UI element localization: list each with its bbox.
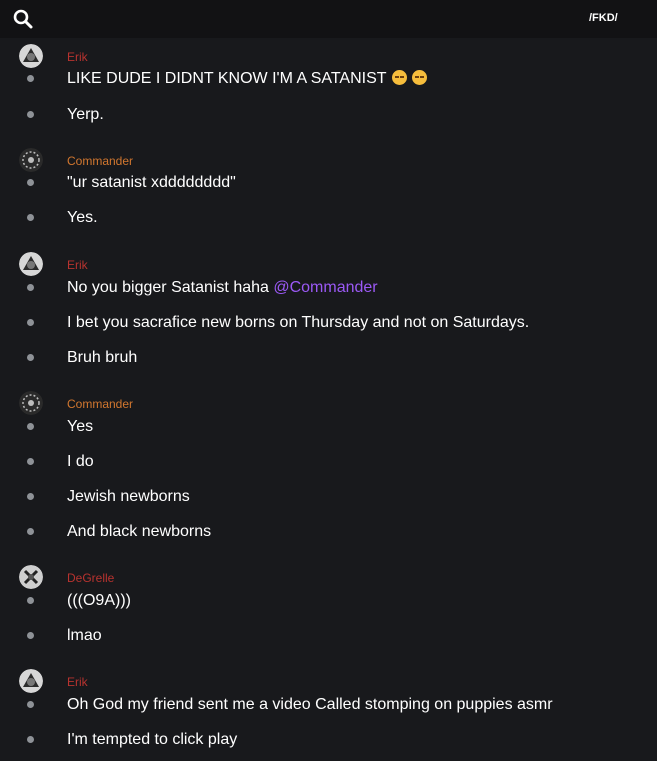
message: I do <box>0 451 657 473</box>
bullet-icon <box>27 179 34 186</box>
author-name[interactable]: Commander <box>67 154 133 168</box>
avatar[interactable] <box>19 391 43 415</box>
message-text: I bet you sacrafice new borns on Thursda… <box>67 314 530 331</box>
pensive-face-icon <box>391 70 407 85</box>
bullet-icon <box>27 493 34 500</box>
message: I bet you sacrafice new borns on Thursda… <box>0 312 657 334</box>
message-text: (((O9A))) <box>67 592 131 609</box>
message-text: And black newborns <box>67 523 212 540</box>
message-text: No you bigger Satanist haha <box>67 279 274 296</box>
message: Oh God my friend sent me a video Called … <box>0 694 657 716</box>
bullet-icon <box>27 736 34 743</box>
bullet-icon <box>27 458 34 465</box>
message: (((O9A))) <box>0 590 657 612</box>
message: LIKE DUDE I DIDNT KNOW I'M A SATANIST <box>0 68 657 90</box>
bullet-icon <box>27 597 34 604</box>
message: Jewish newborns <box>0 486 657 508</box>
bullet-icon <box>27 319 34 326</box>
message: I'm tempted to click play <box>0 729 657 751</box>
message-text: Bruh bruh <box>67 349 138 366</box>
bullet-icon <box>27 284 34 291</box>
bullet-icon <box>27 214 34 221</box>
bullet-icon <box>27 423 34 430</box>
message-text: "ur satanist xdddddddd" <box>67 174 236 191</box>
avatar[interactable] <box>19 565 43 589</box>
message-text: Yes. <box>67 209 98 226</box>
message-text: Oh God my friend sent me a video Called … <box>67 696 553 713</box>
channel-name: /FKD/ <box>589 12 618 24</box>
bullet-icon <box>27 354 34 361</box>
message: Yerp. <box>0 104 657 126</box>
pensive-face-icon <box>411 70 427 85</box>
top-bar: /FKD/ <box>0 0 657 38</box>
bullet-icon <box>27 528 34 535</box>
message: Yes <box>0 416 657 438</box>
avatar[interactable] <box>19 148 43 172</box>
bullet-icon <box>27 701 34 708</box>
message: And black newborns <box>0 521 657 543</box>
bullet-icon <box>27 632 34 639</box>
author-name[interactable]: Erik <box>67 258 88 272</box>
avatar[interactable] <box>19 252 43 276</box>
user-mention[interactable]: @Commander <box>273 279 377 296</box>
message: Yes. <box>0 207 657 229</box>
author-name[interactable]: Commander <box>67 397 133 411</box>
author-name[interactable]: Erik <box>67 675 88 689</box>
message-text: Yerp. <box>67 106 104 123</box>
message: "ur satanist xdddddddd" <box>0 172 657 194</box>
message-text: Yes <box>67 418 94 435</box>
author-name[interactable]: DeGrelle <box>67 571 114 585</box>
avatar[interactable] <box>19 44 43 68</box>
message-text: LIKE DUDE I DIDNT KNOW I'M A SATANIST <box>67 70 387 87</box>
message-text: lmao <box>67 627 102 644</box>
bullet-icon <box>27 75 34 82</box>
bullet-icon <box>27 111 34 118</box>
message: Bruh bruh <box>0 347 657 369</box>
avatar[interactable] <box>19 669 43 693</box>
message: No you bigger Satanist haha @Commander <box>0 277 657 299</box>
message-text: I'm tempted to click play <box>67 731 238 748</box>
search-icon[interactable] <box>12 8 34 30</box>
author-name[interactable]: Erik <box>67 50 88 64</box>
message-text: Jewish newborns <box>67 488 190 505</box>
message-text: I do <box>67 453 94 470</box>
message: lmao <box>0 625 657 647</box>
